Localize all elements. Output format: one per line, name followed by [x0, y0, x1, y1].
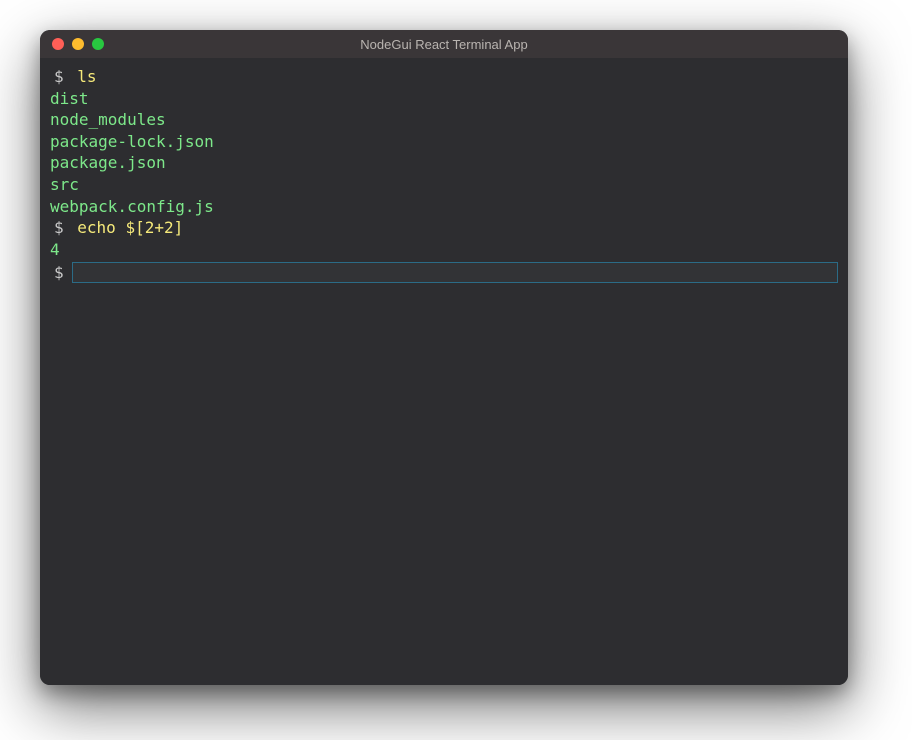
- output-text: node_modules: [50, 109, 166, 131]
- output-text: dist: [50, 88, 89, 110]
- output-text: webpack.config.js: [50, 196, 214, 218]
- output-text: package-lock.json: [50, 131, 214, 153]
- terminal-line: 4: [50, 239, 838, 261]
- window-title: NodeGui React Terminal App: [40, 37, 848, 52]
- traffic-lights: [40, 38, 104, 50]
- titlebar: NodeGui React Terminal App: [40, 30, 848, 58]
- output-text: src: [50, 174, 79, 196]
- terminal-input-line: $: [50, 262, 838, 284]
- terminal-line: src: [50, 174, 838, 196]
- output-text: package.json: [50, 152, 166, 174]
- terminal-body[interactable]: $ ls dist node_modules package-lock.json…: [40, 58, 848, 685]
- terminal-line: webpack.config.js: [50, 196, 838, 218]
- terminal-line: dist: [50, 88, 838, 110]
- terminal-line: package.json: [50, 152, 838, 174]
- prompt-symbol: $: [50, 217, 68, 239]
- command-text: echo $[2+2]: [77, 217, 183, 239]
- prompt-symbol: $: [50, 66, 68, 88]
- terminal-line: package-lock.json: [50, 131, 838, 153]
- minimize-icon[interactable]: [72, 38, 84, 50]
- maximize-icon[interactable]: [92, 38, 104, 50]
- output-text: 4: [50, 239, 60, 261]
- prompt-symbol: $: [50, 262, 68, 284]
- terminal-line: node_modules: [50, 109, 838, 131]
- close-icon[interactable]: [52, 38, 64, 50]
- terminal-input[interactable]: [72, 262, 838, 283]
- terminal-line: $ ls: [50, 66, 838, 88]
- terminal-line: $ echo $[2+2]: [50, 217, 838, 239]
- command-text: ls: [77, 66, 96, 88]
- terminal-window: NodeGui React Terminal App $ ls dist nod…: [40, 30, 848, 685]
